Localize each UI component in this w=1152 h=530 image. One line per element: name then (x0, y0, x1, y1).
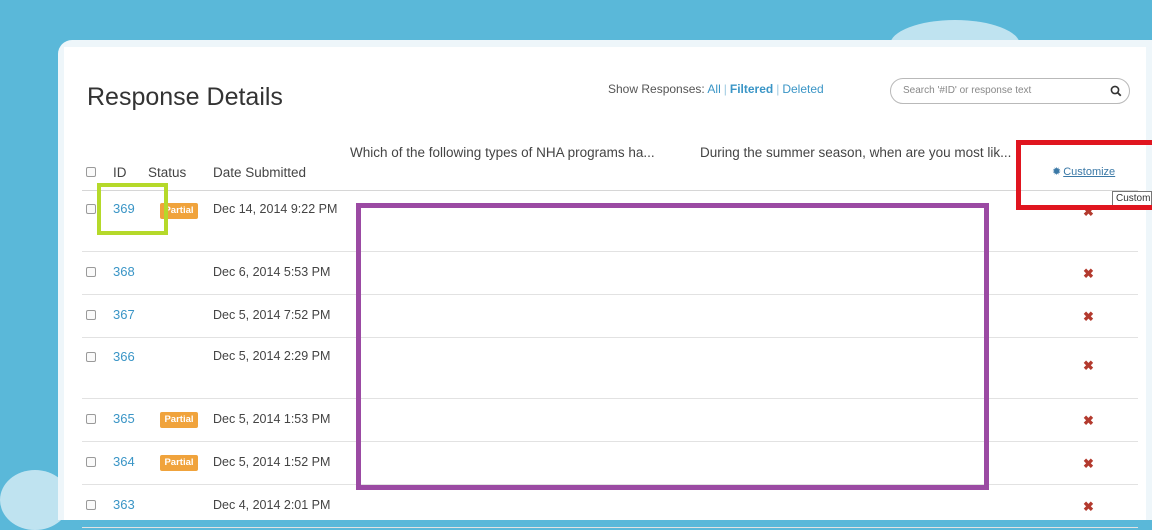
search-input[interactable] (901, 84, 1095, 97)
filter-deleted-link[interactable]: Deleted (782, 82, 823, 96)
status-badge: Partial (160, 412, 198, 428)
response-id-link[interactable]: 369 (113, 201, 135, 216)
delete-icon[interactable]: ✖ (1083, 266, 1094, 282)
status-badge: Partial (160, 203, 198, 219)
response-id-link[interactable]: 365 (113, 411, 135, 426)
column-header-id[interactable]: ID (113, 162, 127, 184)
table-row[interactable]: 365 Partial Dec 5, 2014 1:53 PM ✖ (82, 399, 1138, 442)
column-header-date[interactable]: Date Submitted (213, 162, 306, 184)
separator: | (723, 82, 727, 96)
separator: | (776, 82, 780, 96)
select-all-checkbox[interactable] (86, 167, 96, 177)
delete-icon[interactable]: ✖ (1083, 204, 1094, 220)
table-header: ID Status Date Submitted Which of the fo… (82, 144, 1138, 191)
date-submitted: Dec 5, 2014 1:53 PM (213, 412, 331, 426)
date-submitted: Dec 5, 2014 1:52 PM (213, 455, 331, 469)
search-icon[interactable] (1110, 84, 1122, 102)
filter-filtered-link[interactable]: Filtered (730, 82, 773, 96)
row-checkbox[interactable] (86, 267, 96, 277)
row-checkbox[interactable] (86, 500, 96, 510)
main-panel: Response Details Show Responses: All | Fil… (58, 40, 1152, 528)
delete-icon[interactable]: ✖ (1083, 309, 1094, 325)
delete-icon[interactable]: ✖ (1083, 499, 1094, 515)
response-id-link[interactable]: 367 (113, 307, 135, 322)
page-title: Response Details (87, 83, 283, 111)
status-badge: Partial (160, 455, 198, 471)
row-checkbox[interactable] (86, 204, 96, 214)
row-checkbox[interactable] (86, 414, 96, 424)
table-row[interactable]: 367 Dec 5, 2014 7:52 PM ✖ (82, 295, 1138, 338)
response-id-link[interactable]: 368 (113, 264, 135, 279)
search-box (890, 78, 1130, 104)
table-row[interactable]: 364 Partial Dec 5, 2014 1:52 PM ✖ (82, 442, 1138, 485)
row-checkbox[interactable] (86, 310, 96, 320)
date-submitted: Dec 14, 2014 9:22 PM (213, 202, 338, 216)
show-responses-label: Show Responses: (608, 82, 705, 96)
table-row[interactable]: 368 Dec 6, 2014 5:53 PM ✖ (82, 252, 1138, 295)
column-header-question-2[interactable]: During the summer season, when are you m… (700, 142, 1020, 164)
table-row[interactable]: 369 Partial Dec 14, 2014 9:22 PM ✖ (82, 191, 1138, 252)
delete-icon[interactable]: ✖ (1083, 456, 1094, 472)
gear-icon: ✹ (1052, 166, 1062, 178)
row-checkbox[interactable] (86, 352, 96, 362)
response-id-link[interactable]: 364 (113, 454, 135, 469)
row-checkbox[interactable] (86, 457, 96, 467)
delete-icon[interactable]: ✖ (1083, 358, 1094, 374)
customize-label: Customize (1063, 166, 1116, 178)
table-row[interactable]: 366 Dec 5, 2014 2:29 PM ✖ (82, 338, 1138, 399)
response-card: Response Details Show Responses: All | Fil… (64, 47, 1152, 528)
date-submitted: Dec 5, 2014 2:29 PM (213, 349, 331, 363)
filter-all-link[interactable]: All (707, 82, 720, 96)
column-header-question-1[interactable]: Which of the following types of NHA prog… (350, 142, 680, 164)
date-submitted: Dec 4, 2014 2:01 PM (213, 498, 331, 512)
response-id-link[interactable]: 366 (113, 349, 135, 364)
customize-link[interactable]: ✹ Customize (1052, 165, 1115, 178)
column-header-status[interactable]: Status (148, 162, 186, 184)
table-row[interactable]: 363 Dec 4, 2014 2:01 PM ✖ (82, 485, 1138, 528)
delete-icon[interactable]: ✖ (1083, 413, 1094, 429)
response-id-link[interactable]: 363 (113, 497, 135, 512)
show-responses-filter: Show Responses: All | Filtered | Deleted (608, 82, 824, 96)
date-submitted: Dec 6, 2014 5:53 PM (213, 265, 331, 279)
date-submitted: Dec 5, 2014 7:52 PM (213, 308, 331, 322)
